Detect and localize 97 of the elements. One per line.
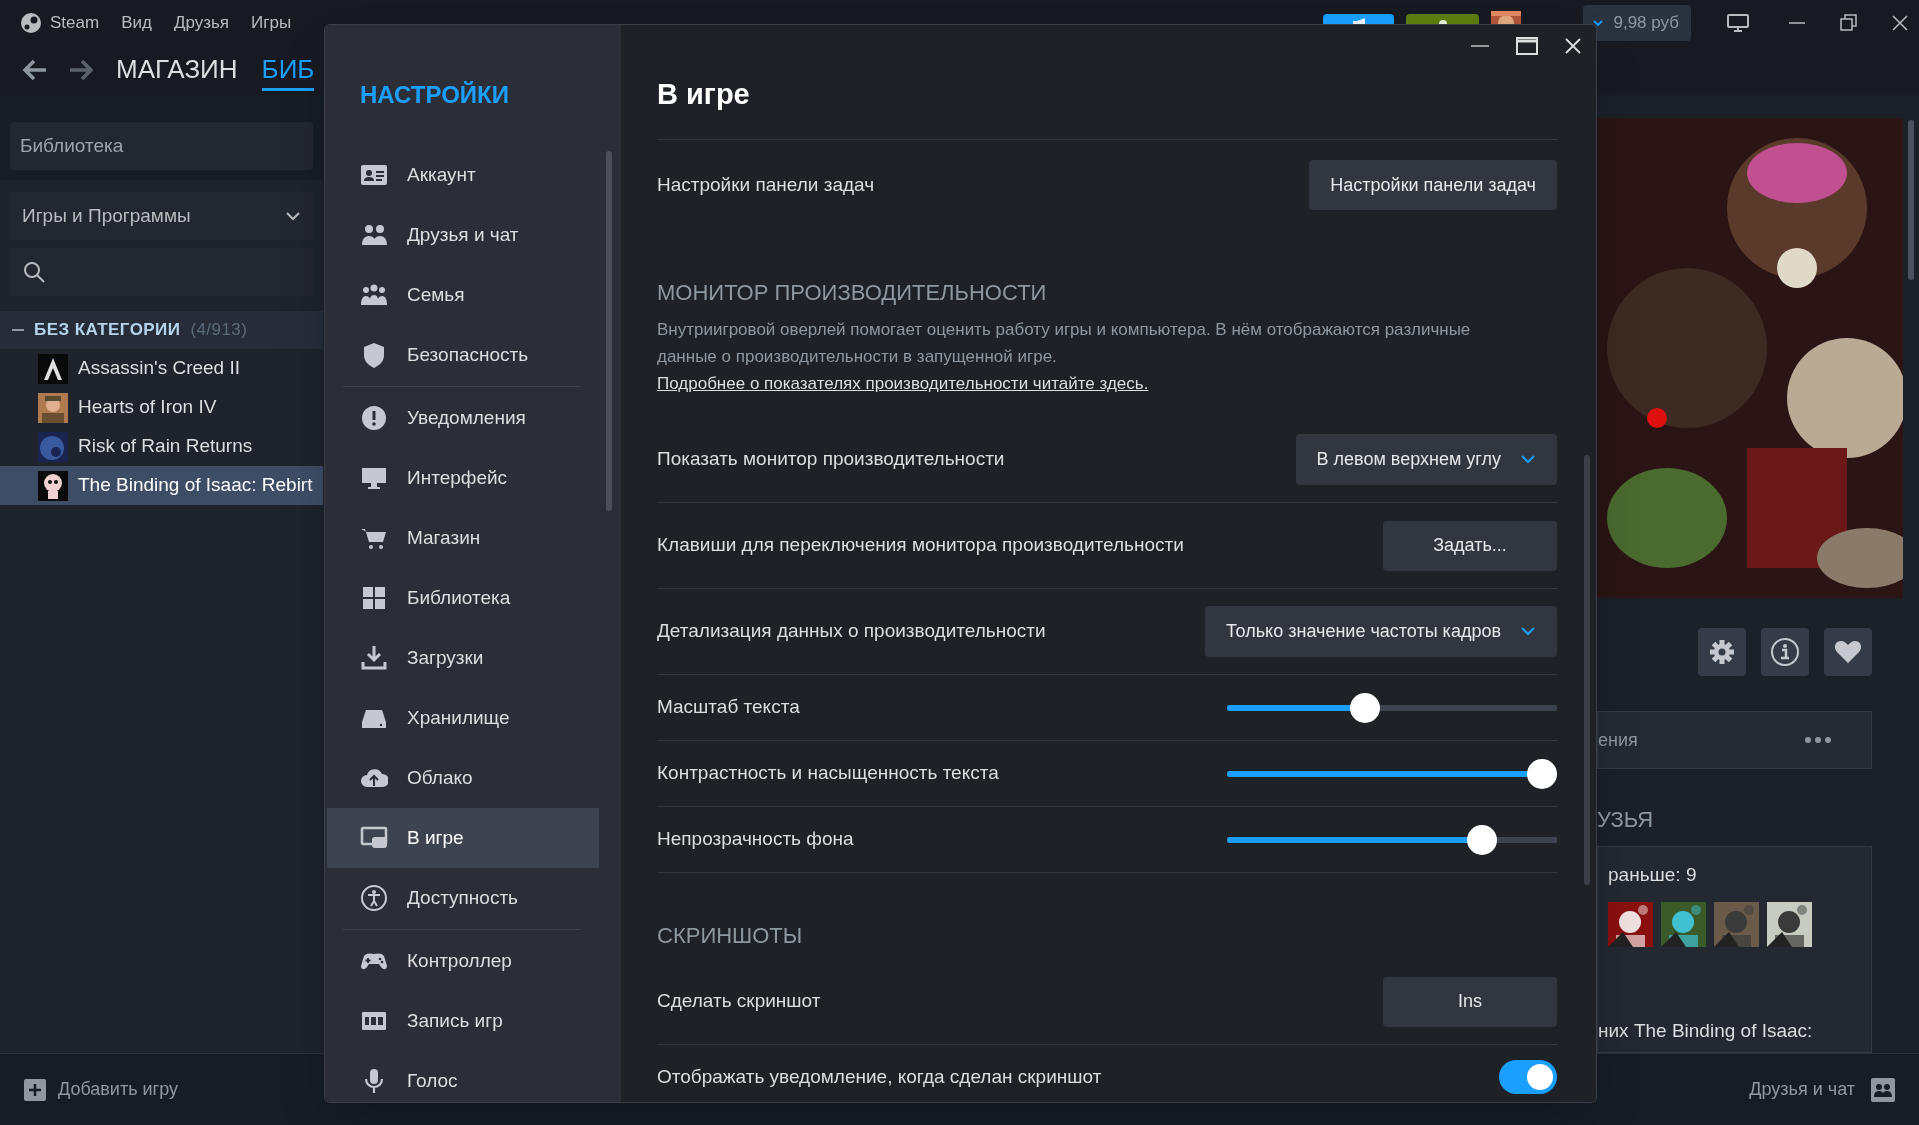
scrollbar[interactable] (1584, 455, 1590, 885)
settings-icon (1709, 639, 1735, 665)
download-icon (360, 644, 388, 672)
section-heading: УЗЬЯ (1597, 806, 1655, 834)
settings-nav-item[interactable]: Интерфейс (327, 448, 599, 508)
category-header[interactable]: БЕЗ КАТЕГОРИИ (4/913) (0, 311, 323, 349)
setting-button[interactable]: Настройки панели задач (1309, 160, 1557, 210)
nav-tab[interactable]: БИБ (261, 49, 315, 91)
settings-nav-item[interactable]: Загрузки (327, 628, 599, 688)
section-heading: МОНИТОР ПРОИЗВОДИТЕЛЬНОСТИ (657, 279, 1048, 307)
scrollbar[interactable] (606, 151, 612, 511)
forward-arrow-icon[interactable] (68, 59, 94, 81)
favorite-button[interactable] (1824, 628, 1872, 676)
more-icon[interactable] (1805, 737, 1831, 743)
close-icon[interactable] (1891, 13, 1909, 32)
menu-item[interactable]: Игры (251, 9, 292, 36)
people-icon (1871, 1077, 1895, 1102)
recent-activity-text: них The Binding of Isaac: (1598, 1018, 1814, 1043)
exclamation-icon (360, 404, 388, 432)
steam-logo-icon (20, 11, 42, 34)
category-count: (4/913) (190, 319, 248, 342)
caret-icon (1593, 18, 1604, 27)
setting-label: Клавиши для переключения монитора производительности (657, 533, 1184, 558)
settings-button[interactable] (1698, 628, 1746, 676)
setting-button[interactable]: Задать... (1383, 520, 1557, 571)
page-title: В игре (657, 77, 751, 112)
settings-nav-item[interactable]: Голос (327, 1051, 599, 1102)
account-menu[interactable]: 9,98 руб (1583, 4, 1691, 41)
library-header[interactable]: Библиотека (10, 122, 313, 170)
nav-tab[interactable]: МАГАЗИН (116, 49, 238, 91)
grid-icon (360, 584, 388, 612)
minimize-icon[interactable] (1470, 44, 1490, 48)
settings-nav-item[interactable]: Облако (327, 748, 599, 808)
tab-label[interactable]: ения (1598, 726, 1638, 754)
settings-nav-item[interactable]: Уведомления (327, 388, 599, 448)
settings-nav-item[interactable]: Запись игр (327, 991, 599, 1051)
setting-dropdown[interactable]: В левом верхнем углу (1295, 434, 1557, 485)
restore-icon[interactable] (1839, 12, 1859, 33)
setting-label: Масштаб текста (657, 695, 800, 720)
category-name: БЕЗ КАТЕГОРИИ (34, 319, 181, 342)
search-icon (22, 260, 46, 284)
collapse-icon[interactable] (12, 328, 24, 332)
wallet-balance: 9,98 руб (1613, 11, 1679, 34)
settings-nav-item[interactable]: Хранилище (327, 688, 599, 748)
slider-thumb[interactable] (1467, 824, 1497, 855)
settings-title: НАСТРОЙКИ (360, 80, 510, 110)
setting-dropdown[interactable]: Только значение частоты кадров (1205, 606, 1557, 657)
filter-dropdown[interactable]: Игры и Программы (10, 192, 313, 240)
game-list-item[interactable]: Hearts of Iron IV (0, 388, 323, 427)
menu-item[interactable]: Steam (50, 9, 100, 36)
settings-nav-item[interactable]: Семья (327, 265, 599, 325)
plus-icon (24, 1078, 46, 1101)
chevron-icon (1521, 627, 1535, 636)
scrollbar[interactable] (1908, 120, 1914, 280)
heart-icon (1834, 640, 1862, 664)
back-arrow-icon[interactable] (22, 59, 48, 81)
game-list-item[interactable]: Risk of Rain Returns (0, 427, 323, 466)
chevron-icon (285, 211, 301, 221)
section-heading: СКРИНШОТЫ (657, 922, 804, 950)
setting-label: Непрозрачность фона (657, 827, 854, 852)
setting-label: Настройки панели задач (657, 172, 875, 197)
info-button[interactable] (1761, 628, 1809, 676)
chevron-icon (1521, 455, 1535, 464)
minimize-icon[interactable] (1787, 20, 1807, 25)
add-game-button[interactable]: Добавить игру (24, 1076, 178, 1103)
setting-label: Показать монитор производительности (657, 447, 1005, 472)
monitor-icon[interactable] (1727, 12, 1749, 33)
settings-nav-item[interactable]: Магазин (327, 508, 599, 568)
settings-nav-item[interactable]: Безопасность (327, 325, 599, 385)
settings-nav-item[interactable]: Контроллер (327, 931, 599, 991)
settings-nav-item[interactable]: В игре (327, 808, 599, 868)
info-icon (1770, 637, 1800, 667)
slider-thumb[interactable] (1527, 758, 1557, 789)
details-link[interactable]: Подробнее о показателях производительности читайте здесь. (657, 374, 1149, 393)
setting-label: Сделать скриншот (657, 989, 821, 1014)
settings-nav-item[interactable]: Библиотека (327, 568, 599, 628)
menu-item[interactable]: Друзья (173, 9, 230, 36)
setting-label: Контрастность и насыщенность текста (657, 761, 999, 786)
friends-played-text: раньше: 9 (1608, 863, 1698, 887)
accessibility-icon (360, 884, 388, 912)
game-list-item[interactable]: Assassin's Creed II (0, 349, 323, 388)
search-field[interactable] (10, 248, 313, 296)
maximize-icon[interactable] (1516, 37, 1538, 55)
close-icon[interactable] (1564, 37, 1582, 55)
activity-bar[interactable]: ения (1597, 711, 1872, 769)
setting-label: Отображать уведомление, когда сделан скриншот (657, 1064, 1102, 1089)
section-description: Внутриигровой оверлей помогает оценить работу игры и компьютера. В нём отображаются различные данные о производительности в запущенной игре. Подробнее о показателях производительности читайте здесь. (657, 319, 1472, 395)
game-list-item[interactable]: The Binding of Isaac: Rebirt (0, 466, 323, 505)
toggle-switch[interactable] (1499, 1060, 1557, 1094)
settings-nav-item[interactable]: Доступность (327, 868, 599, 928)
setting-button[interactable]: Ins (1383, 976, 1557, 1027)
setting-label: Детализация данных о производительности (657, 619, 1046, 644)
settings-nav-item[interactable]: Аккаунт (327, 145, 599, 205)
settings-nav-item[interactable]: Друзья и чат (327, 205, 599, 265)
menu-item[interactable]: Вид (121, 9, 152, 36)
slider-thumb[interactable] (1350, 692, 1380, 723)
friends-chat-button[interactable]: Друзья и чат (1749, 1076, 1895, 1103)
